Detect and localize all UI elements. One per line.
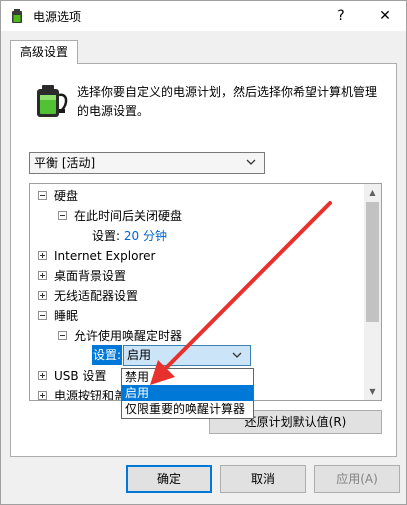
ok-button[interactable]: 确定: [126, 465, 212, 493]
option-important-only[interactable]: 仅限重要的唤醒计算器: [122, 401, 253, 417]
vertical-scrollbar[interactable]: ▲ ▼: [364, 184, 381, 400]
wake-setting-label: 设置:: [92, 345, 122, 365]
expand-icon[interactable]: [38, 251, 47, 260]
collapse-icon[interactable]: [38, 311, 47, 320]
scroll-up-icon[interactable]: ▲: [364, 184, 381, 201]
expand-icon[interactable]: [38, 391, 47, 400]
tree-item-sleep[interactable]: 睡眠: [38, 306, 78, 326]
close-button[interactable]: ✕: [367, 3, 403, 29]
cancel-button[interactable]: 取消: [220, 465, 306, 493]
tree-item-label: USB 设置: [54, 369, 107, 383]
tree-item-label: Internet Explorer: [54, 249, 156, 263]
power-options-dialog: 电源选项 ? ✕ 高级设置 选择你要自定义的电源计划，然后选择你希望计算机管理的…: [0, 0, 407, 505]
disk-setting-value: 20 分钟: [123, 229, 167, 243]
chevron-down-icon: [232, 352, 242, 358]
chevron-down-icon: [246, 159, 256, 165]
tree-item-desktop-background[interactable]: 桌面背景设置: [38, 266, 126, 286]
close-icon: ✕: [379, 8, 391, 24]
option-enable[interactable]: 启用: [122, 385, 253, 401]
tab-advanced-settings[interactable]: 高级设置: [10, 40, 78, 64]
power-plan-select[interactable]: 平衡 [活动]: [29, 152, 265, 174]
help-icon: ?: [337, 8, 345, 24]
collapse-icon[interactable]: [58, 331, 67, 340]
description-text: 选择你要自定义的电源计划，然后选择你希望计算机管理的电源设置。: [77, 85, 378, 118]
scrollbar-thumb[interactable]: [366, 202, 379, 322]
tree-item-label: 睡眠: [54, 309, 79, 323]
window-title: 电源选项: [33, 10, 82, 24]
help-button[interactable]: ?: [326, 3, 356, 29]
power-options-icon: [12, 9, 22, 23]
title-bar: 电源选项 ? ✕: [1, 1, 406, 31]
wake-timer-value: 启用: [127, 348, 152, 362]
setting-label: 设置:: [92, 229, 121, 243]
scroll-down-icon[interactable]: ▼: [364, 383, 381, 400]
collapse-icon[interactable]: [38, 191, 47, 200]
power-plan-value: 平衡 [活动]: [34, 156, 96, 170]
expand-icon[interactable]: [38, 371, 47, 380]
tree-item-label: 无线适配器设置: [54, 289, 139, 303]
tree-item-label: 硬盘: [54, 189, 79, 203]
apply-button[interactable]: 应用(A): [314, 465, 400, 493]
tree-item-label: 允许使用唤醒定时器: [74, 329, 183, 343]
tree-item-usb-settings[interactable]: USB 设置: [38, 366, 106, 386]
wake-timer-select[interactable]: 启用: [123, 345, 251, 366]
tree-item-disk-setting[interactable]: 设置: 20 分钟: [92, 226, 167, 246]
tree-item-label: 桌面背景设置: [54, 269, 127, 283]
collapse-icon[interactable]: [58, 211, 67, 220]
tree-item-hard-disk[interactable]: 硬盘: [38, 186, 78, 206]
tree-item-turn-off-disk[interactable]: 在此时间后关闭硬盘: [58, 206, 182, 226]
battery-power-icon: [37, 85, 68, 117]
tree-item-internet-explorer[interactable]: Internet Explorer: [38, 246, 155, 266]
option-disable[interactable]: 禁用: [122, 369, 253, 385]
expand-icon[interactable]: [38, 271, 47, 280]
tree-item-wireless-adapter[interactable]: 无线适配器设置: [38, 286, 138, 306]
expand-icon[interactable]: [38, 291, 47, 300]
tree-item-label: 在此时间后关闭硬盘: [74, 209, 183, 223]
tree-item-allow-wake-timers[interactable]: 允许使用唤醒定时器: [58, 326, 182, 346]
wake-timer-dropdown: 禁用 启用 仅限重要的唤醒计算器: [121, 368, 254, 419]
